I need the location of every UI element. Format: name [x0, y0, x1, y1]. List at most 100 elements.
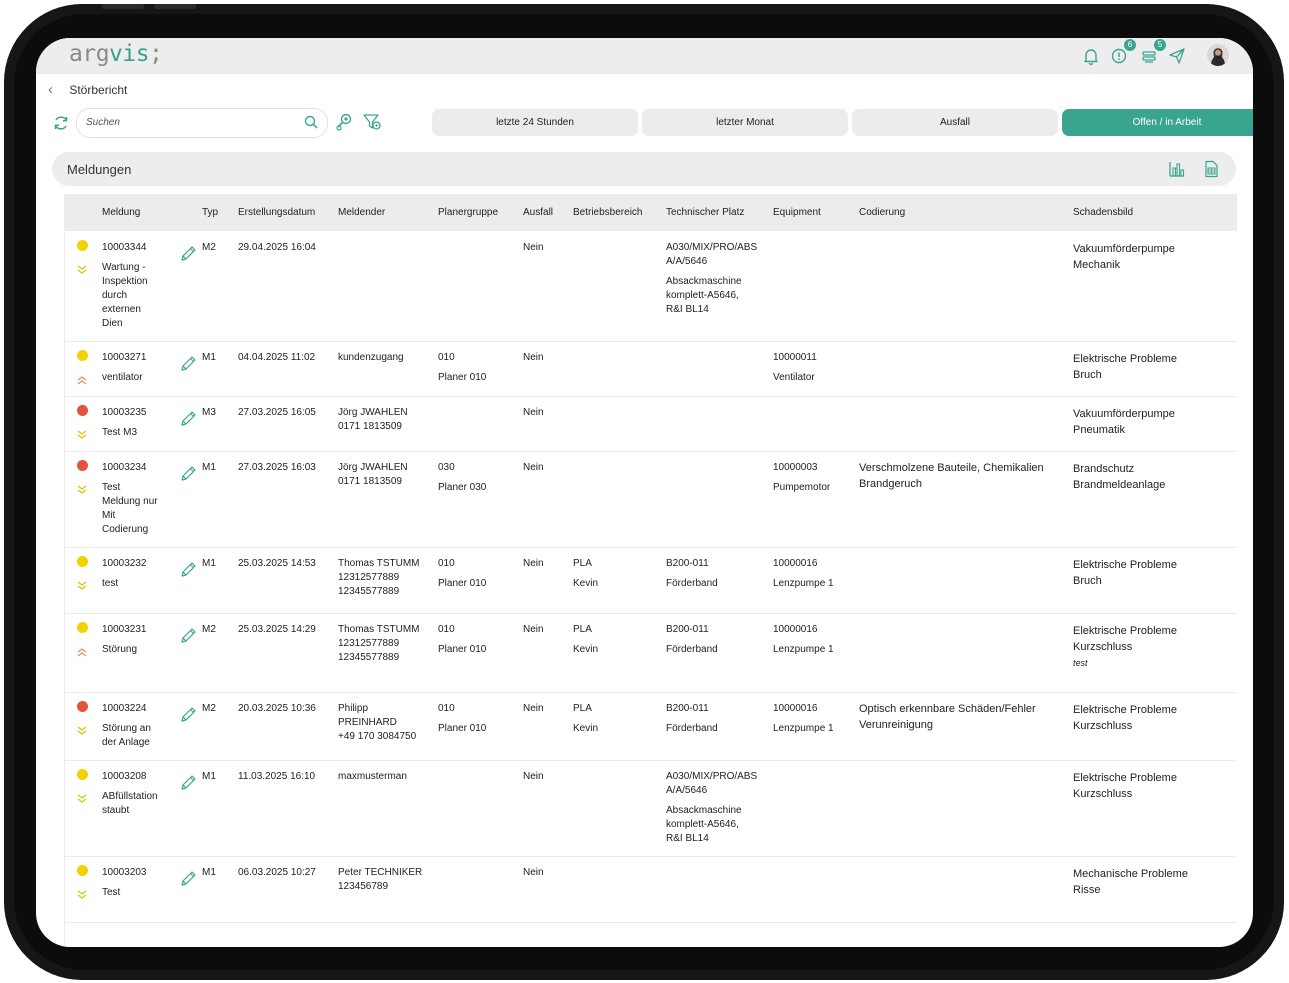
spreadsheet-export-icon[interactable]: [1202, 160, 1220, 178]
message-id: 10003271: [102, 352, 147, 363]
planner-group: 010: [438, 558, 455, 569]
user-avatar[interactable]: [1207, 44, 1229, 66]
column-header[interactable]: Typ: [202, 207, 218, 218]
equipment-id: 10000016: [773, 624, 818, 635]
message-type: M1: [202, 462, 216, 473]
column-header[interactable]: Technischer Platz: [666, 207, 744, 218]
table-row[interactable]: 10003271 ventilator M1 04.04.2025 11:02 kund…: [65, 341, 1237, 397]
message-text: ABfüllstation staubt: [102, 791, 158, 816]
planner-group-name: Planer 010: [438, 578, 487, 589]
message-text: Test: [102, 887, 121, 898]
functional-location: B200-011: [666, 624, 709, 635]
column-header[interactable]: Schadensbild: [1073, 207, 1133, 218]
damage-pattern: Elektrische Probleme Kurzschluss: [1073, 704, 1177, 732]
column-header[interactable]: Planergruppe: [438, 207, 498, 218]
filter-settings-icon[interactable]: [361, 111, 383, 133]
edit-icon[interactable]: [179, 410, 197, 428]
equipment-id: 10000003: [773, 462, 818, 473]
equipment-id: 10000016: [773, 703, 818, 714]
message-id: 10003232: [102, 558, 147, 569]
edit-icon[interactable]: [179, 245, 197, 263]
damage-pattern: Vakuumförderpumpe Mechanik: [1073, 243, 1175, 271]
send-icon[interactable]: [1167, 46, 1187, 66]
table-row[interactable]: 10003208 ABfüllstation staubt M1 11.03.2025 …: [65, 760, 1237, 857]
edit-icon[interactable]: [179, 774, 197, 792]
message-text: ventilator: [102, 372, 143, 383]
edit-icon[interactable]: [179, 870, 197, 888]
planner-group-name: Planer 010: [438, 372, 487, 383]
functional-location: B200-011: [666, 558, 709, 569]
message-type: M2: [202, 624, 216, 635]
search-icon[interactable]: [303, 114, 319, 130]
edit-icon[interactable]: [179, 706, 197, 724]
advanced-search-icon[interactable]: [333, 111, 355, 133]
reporter: Jörg JWAHLEN 0171 1813509: [338, 407, 408, 432]
reporter: maxmusterman: [338, 771, 407, 782]
created-date: 11.03.2025 16:10: [238, 771, 316, 782]
message-count-badge: 5: [1154, 39, 1166, 51]
planner-group-name: Planer 030: [438, 482, 487, 493]
table-row[interactable]: 10003224 Störung an der Anlage M2 20.03.2025…: [65, 692, 1237, 761]
bell-icon[interactable]: [1081, 46, 1101, 66]
planner-group-name: Planer 010: [438, 723, 487, 734]
table-row[interactable]: 10003344 Wartung - Inspektion durch externen…: [65, 231, 1237, 342]
status-dot: [77, 769, 88, 780]
filter-open-in-progress-button[interactable]: Offen / in Arbeit: [1062, 109, 1253, 136]
messages-panel-header: Meldungen: [52, 152, 1236, 186]
table-row[interactable]: 10003232 test M1 25.03.2025 14:53 Thomas TST…: [65, 547, 1237, 614]
column-header[interactable]: Equipment: [773, 207, 821, 218]
alert-icon[interactable]: 6: [1109, 39, 1136, 66]
panel-title: Meldungen: [67, 162, 132, 177]
table-row[interactable]: 10003235 Test M3 M3 27.03.2025 16:05 Jörg JW…: [65, 396, 1237, 452]
column-header[interactable]: Erstellungsdatum: [238, 207, 315, 218]
filter-last-24h-button[interactable]: letzte 24 Stunden: [432, 109, 638, 136]
search-input[interactable]: Suchen: [76, 108, 328, 138]
toolbar: Suchen letzte 24 Stunden letzter Monat A…: [50, 108, 1253, 138]
damage-pattern: Elektrische Probleme Kurzschluss: [1073, 772, 1177, 800]
column-header[interactable]: Betriebsbereich: [573, 207, 642, 218]
operating-area: PLA: [573, 624, 592, 635]
equipment-name: Lenzpumpe 1: [773, 644, 834, 655]
edit-icon[interactable]: [179, 355, 197, 373]
column-header[interactable]: Meldung: [102, 207, 140, 218]
damage-pattern: Elektrische Probleme Bruch: [1073, 559, 1177, 587]
filter-last-month-button[interactable]: letzter Monat: [642, 109, 848, 136]
table-row[interactable]: 10003203 Test M1 06.03.2025 10:27 Peter TECH…: [65, 856, 1237, 923]
created-date: 25.03.2025 14:53: [238, 558, 316, 569]
operating-area: PLA: [573, 558, 592, 569]
messages-icon[interactable]: 5: [1139, 39, 1166, 66]
equipment-id: 10000011: [773, 352, 817, 363]
priority-high-icon: [77, 372, 87, 385]
chart-icon[interactable]: [1168, 160, 1186, 178]
app-logo[interactable]: argvis;: [69, 41, 163, 67]
planner-group: 010: [438, 352, 455, 363]
outage: Nein: [523, 352, 544, 363]
damage-pattern: Elektrische Probleme Kurzschluss: [1073, 625, 1177, 653]
search-placeholder: Suchen: [86, 117, 120, 128]
outage: Nein: [523, 558, 544, 569]
operating-area-person: Kevin: [573, 578, 599, 589]
functional-location-name: Absackmaschine komplett-A5646, R&I BL14: [666, 276, 742, 315]
filter-outage-button[interactable]: Ausfall: [852, 109, 1058, 136]
table-row[interactable]: 10003231 Störung M2 25.03.2025 14:29 Thomas …: [65, 613, 1237, 693]
column-header[interactable]: Meldender: [338, 207, 385, 218]
message-type: M1: [202, 771, 216, 782]
table-header: Meldung Typ Erstellungsdatum Meldender P…: [65, 194, 1237, 231]
back-chevron-icon[interactable]: ‹: [48, 81, 66, 98]
column-header[interactable]: Codierung: [859, 207, 905, 218]
priority-low-icon: [77, 427, 87, 439]
priority-low-icon: [77, 482, 87, 494]
message-id: 10003224: [102, 703, 147, 714]
priority-low-icon: [77, 723, 87, 735]
message-id: 10003203: [102, 867, 147, 878]
status-dot: [77, 556, 88, 567]
page-title: Störbericht: [69, 83, 128, 97]
refresh-icon[interactable]: [50, 112, 72, 134]
edit-icon[interactable]: [179, 561, 197, 579]
column-header[interactable]: Ausfall: [523, 207, 553, 218]
table-row[interactable]: 10003234 Test Meldung nur Mit Codierung M1 27.…: [65, 451, 1237, 548]
equipment-name: Lenzpumpe 1: [773, 723, 834, 734]
edit-icon[interactable]: [179, 465, 197, 483]
reporter: kundenzugang: [338, 352, 404, 363]
edit-icon[interactable]: [179, 627, 197, 645]
